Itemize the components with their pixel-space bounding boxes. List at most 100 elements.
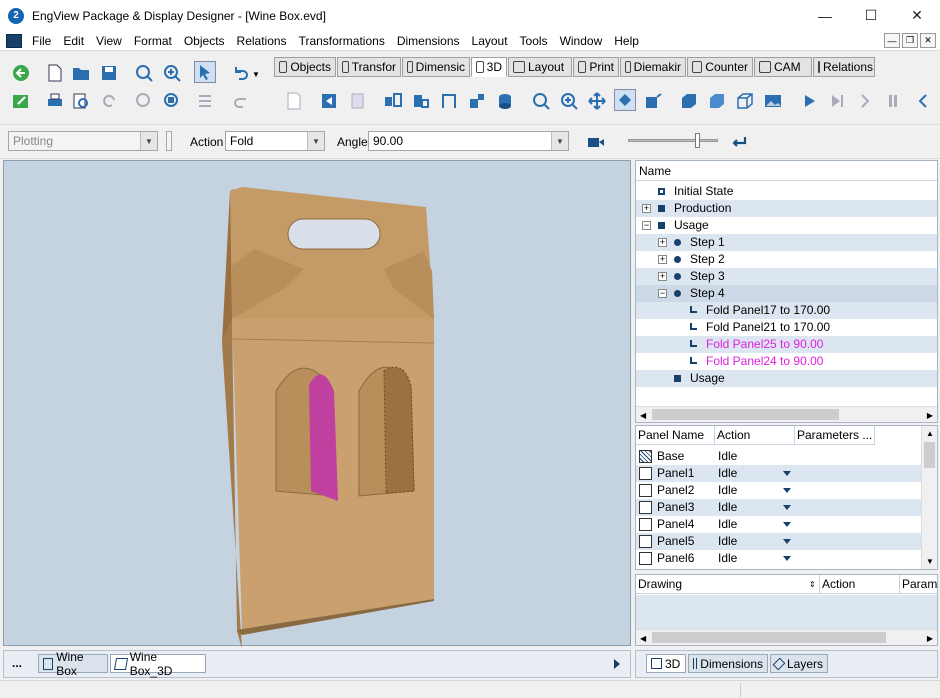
expand-icon[interactable]: + [642,204,651,213]
export-icon[interactable] [318,90,340,112]
panel-checkbox[interactable] [639,467,652,480]
action-select[interactable]: Fold ▼ [225,131,325,151]
close-button[interactable]: ✕ [894,0,940,31]
document-icon[interactable] [6,33,22,48]
zoom-in-3d-icon[interactable] [558,90,580,112]
angle-input[interactable]: 90.00 ▼ [368,131,569,151]
collapse-icon[interactable]: − [642,221,651,230]
chevron-down-icon[interactable] [783,556,791,561]
expand-icon[interactable]: + [658,238,667,247]
side-tab-3d[interactable]: 3D [646,654,686,673]
align-panel-icon[interactable] [410,90,432,112]
panel-checkbox[interactable] [639,518,652,531]
tab-scroll-right-icon[interactable] [614,659,620,669]
print-icon[interactable] [44,90,66,112]
scroll-thumb[interactable] [924,442,935,468]
panel-checkbox[interactable] [639,552,652,565]
3d-viewport[interactable] [3,160,632,649]
tree-row[interactable]: + Production [636,200,937,217]
chevron-down-icon[interactable] [783,471,791,476]
tree-row[interactable]: Fold Panel24 to 90.00 [636,353,937,370]
panel-action[interactable]: Idle [718,499,737,516]
panel-row[interactable]: Panel1 Idle [636,465,921,482]
panel-row[interactable]: Base Idle [636,448,921,465]
panel-checkbox[interactable] [639,484,652,497]
zoom-3d-icon[interactable] [530,90,552,112]
tab-counter[interactable]: Counter [687,57,753,77]
new-file-icon[interactable] [44,62,66,84]
chevron-down-icon[interactable] [783,505,791,510]
scroll-thumb[interactable] [652,632,886,643]
menu-tools[interactable]: Tools [514,34,554,48]
tab-relations[interactable]: Relations [813,57,875,77]
tree-row[interactable]: Initial State [636,183,937,200]
solid-view-icon[interactable] [678,90,700,112]
panel-row[interactable]: Panel2 Idle [636,482,921,499]
menu-objects[interactable]: Objects [178,34,231,48]
height-marker-icon[interactable] [438,90,460,112]
panel-action[interactable]: Idle [718,516,737,533]
menu-edit[interactable]: Edit [57,34,90,48]
shaded-view-icon[interactable] [706,90,728,112]
zoom-icon[interactable] [133,62,155,84]
chevron-down-icon[interactable] [783,522,791,527]
menu-dimensions[interactable]: Dimensions [391,34,466,48]
side-tab-layers[interactable]: Layers [770,654,828,673]
tab-dimensic[interactable]: Dimensic [402,57,470,77]
menu-format[interactable]: Format [128,34,178,48]
menu-layout[interactable]: Layout [466,34,514,48]
panel-checkbox[interactable] [639,535,652,548]
expand-icon[interactable]: + [658,272,667,281]
menu-relations[interactable]: Relations [231,34,293,48]
cylinder-icon[interactable] [494,90,516,112]
menu-view[interactable]: View [90,34,128,48]
more-tabs-button[interactable]: ... [12,656,22,670]
menu-transformations[interactable]: Transformations [293,34,391,48]
image-icon[interactable] [762,90,784,112]
tree-row[interactable]: + Step 1 [636,234,937,251]
tree-row[interactable]: Fold Panel21 to 170.00 [636,319,937,336]
video-camera-icon[interactable] [585,131,607,153]
col-header-action[interactable]: Action [715,426,795,445]
open-folder-icon[interactable] [70,62,92,84]
undo-icon[interactable] [230,62,252,84]
tree-row[interactable]: + Step 3 [636,268,937,285]
tab-layout[interactable]: Layout [508,57,572,77]
tree-row[interactable]: − Usage [636,217,937,234]
panel-row[interactable]: Panel3 Idle [636,499,921,516]
panel-action[interactable]: Idle [718,533,737,550]
tree-row[interactable]: Usage [636,370,937,387]
panel-row[interactable]: Panel5 Idle [636,533,921,550]
expand-icon[interactable]: + [658,255,667,264]
rotate-3d-icon[interactable] [614,89,636,111]
collapse-icon[interactable]: − [658,289,667,298]
chevron-right-icon[interactable]: ▶ [927,411,933,420]
panel-action[interactable]: Idle [718,465,737,482]
chevron-left-icon[interactable]: ◀ [640,411,646,420]
panel-action[interactable]: Idle [718,482,737,499]
tree-horizontal-scrollbar[interactable]: ◀ ▶ [636,406,937,422]
tab-transfor[interactable]: Transfor [337,57,401,77]
tree-row[interactable]: + Step 2 [636,251,937,268]
menu-help[interactable]: Help [608,34,645,48]
wireframe-view-icon[interactable] [734,90,756,112]
zoom-in-icon[interactable] [161,62,183,84]
split-panel-icon[interactable] [382,90,404,112]
tab-diemakir[interactable]: Diemakir [620,57,686,77]
mdi-restore-button[interactable]: ❐ [902,33,918,48]
animation-slider[interactable] [628,139,718,142]
pan-icon[interactable] [586,90,608,112]
grid-vertical-scrollbar[interactable]: ▲ ▼ [921,426,937,569]
panel-row[interactable]: Panel4 Idle [636,516,921,533]
tab-print[interactable]: Print [573,57,619,77]
chevron-down-icon[interactable]: ▼ [551,132,568,150]
menu-file[interactable]: File [26,34,57,48]
wine-box-3d-model[interactable] [4,161,632,649]
chevron-left-icon[interactable]: ◀ [640,634,646,643]
previous-icon[interactable] [912,90,934,112]
panel-checkbox[interactable] [639,501,652,514]
save-icon[interactable] [98,62,120,84]
doc-tab-wine-box-3d[interactable]: Wine Box_3D [110,650,206,678]
chevron-right-icon[interactable]: ▶ [927,634,933,643]
tree-row[interactable]: Fold Panel17 to 170.00 [636,302,937,319]
